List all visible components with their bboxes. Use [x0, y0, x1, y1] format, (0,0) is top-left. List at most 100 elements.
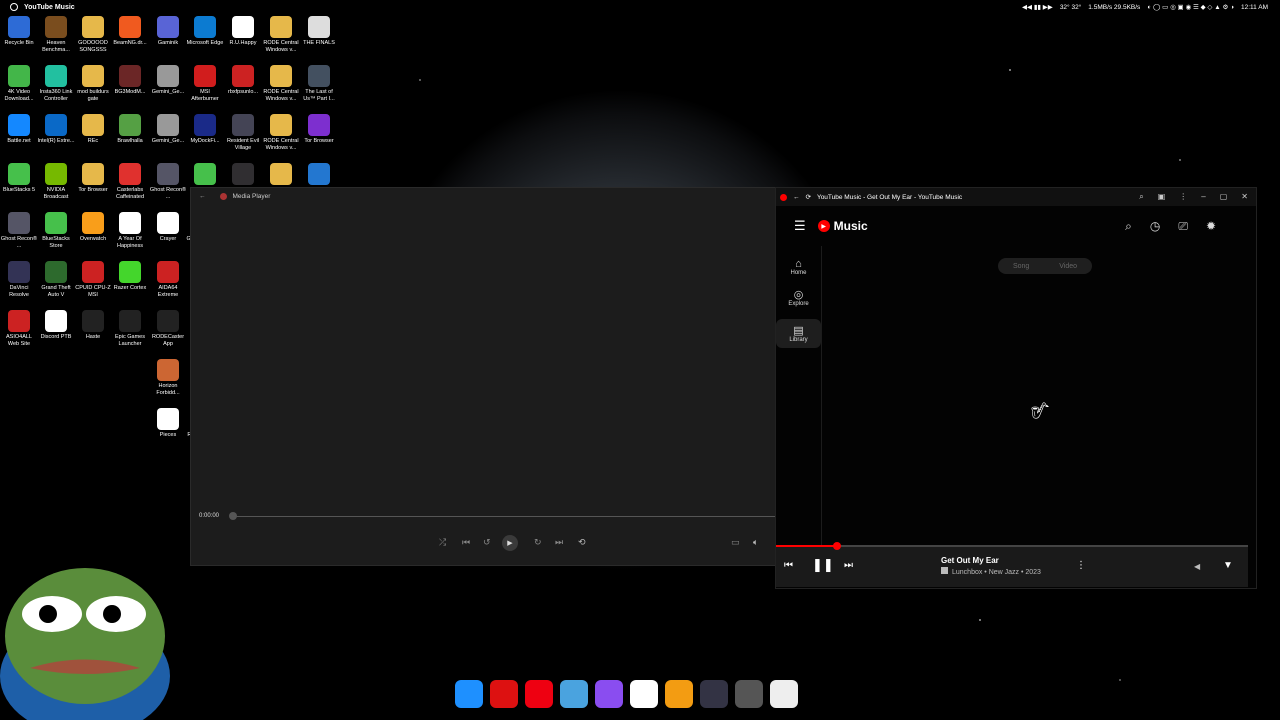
- desktop-icon[interactable]: NVIDIA Broadcast: [37, 163, 75, 201]
- nav-library[interactable]: ▤ Library: [776, 319, 821, 348]
- yt-back-icon[interactable]: ←: [793, 194, 800, 201]
- extension-icon[interactable]: ▣: [1158, 192, 1166, 202]
- desktop-icon[interactable]: Haste: [74, 310, 112, 341]
- rode-icon[interactable]: [630, 680, 658, 708]
- zoom-icon[interactable]: ⌕: [1139, 192, 1143, 202]
- search-icon[interactable]: ⌕: [1125, 219, 1132, 234]
- desktop-icon[interactable]: R.U.Happy: [224, 16, 262, 47]
- media-player-icon[interactable]: [735, 680, 763, 708]
- desktop-icon[interactable]: rbxfpsunlo...: [224, 65, 262, 96]
- song-menu-icon[interactable]: ⋮: [1076, 560, 1086, 571]
- desktop-icon[interactable]: Recycle Bin: [0, 16, 38, 47]
- desktop-icon[interactable]: [455, 680, 483, 708]
- yt-reload-icon[interactable]: ⟳: [806, 193, 811, 201]
- desktop-icon[interactable]: REc: [74, 114, 112, 145]
- desktop-icon[interactable]: BeamNG.dr...: [111, 16, 149, 47]
- media-seek-track[interactable]: [233, 516, 778, 517]
- nav-explore[interactable]: ◎ Explore: [776, 288, 821, 307]
- desktop-icon[interactable]: Intel(R) Extre...: [37, 114, 75, 145]
- desktop-icon[interactable]: Gemini_Ge...: [149, 65, 187, 96]
- desktop-icon[interactable]: Razer Cortex: [111, 261, 149, 292]
- desktop-icon[interactable]: ASIO4ALL Web Site: [0, 310, 38, 348]
- desktop-icon[interactable]: Grand Theft Auto V: [37, 261, 75, 299]
- desktop-icon[interactable]: Overwatch: [74, 212, 112, 243]
- miniplayer-icon[interactable]: ▭: [731, 537, 740, 548]
- progress-bar[interactable]: [776, 542, 1248, 550]
- desktop-icon[interactable]: CPUID CPU-Z MSI: [74, 261, 112, 299]
- desktop-icon[interactable]: Gemini_Ge...: [149, 114, 187, 145]
- desktop-icon[interactable]: RODE Central Windows v...: [262, 114, 300, 152]
- desktop-icon[interactable]: AIDA64 Extreme: [149, 261, 187, 299]
- desktop-icon[interactable]: Brawlhalla: [111, 114, 149, 145]
- tray-icons[interactable]: ◐ ◯ ▭ ◎ ▣ ◉ ☰ ◆ ◇ ▲ ⚙ ◑: [1147, 3, 1234, 11]
- desktop-icon[interactable]: Crayer: [149, 212, 187, 243]
- desktop-icon[interactable]: Battle.net: [0, 114, 38, 145]
- desktop-icon[interactable]: Discord PTB: [37, 310, 75, 341]
- desktop-icon[interactable]: Resident Evil Village: [224, 114, 262, 152]
- cast-icon[interactable]: ⎚: [1178, 219, 1188, 234]
- desktop-icon[interactable]: The Last of Us™ Part I...: [300, 65, 338, 103]
- desktop-icon[interactable]: Ghost Recon® ...: [149, 163, 187, 201]
- desktop-icon[interactable]: Ghost Recon® ...: [0, 212, 38, 250]
- opera-icon[interactable]: [490, 680, 518, 708]
- maximize-button[interactable]: ▢: [1220, 192, 1228, 202]
- nav-home[interactable]: ⌂ Home: [776, 258, 821, 276]
- desktop-icon[interactable]: mod buildurs gate: [74, 65, 112, 103]
- desktop-icon[interactable]: Gaminik: [149, 16, 187, 47]
- back-arrow-icon[interactable]: ←: [199, 193, 206, 200]
- desktop-icon[interactable]: MSI Afterburner: [186, 65, 224, 103]
- desktop-icon[interactable]: Epic Games Launcher: [111, 310, 149, 348]
- clock[interactable]: 12:11 AM: [1241, 4, 1268, 11]
- desktop-icon[interactable]: Tor Browser: [300, 114, 338, 145]
- hamburger-menu-icon[interactable]: ☰: [794, 218, 806, 234]
- desktop-icon[interactable]: Horizon Forbidd...: [149, 359, 187, 397]
- yt-logo[interactable]: ▶ Music: [817, 219, 868, 233]
- expand-left-icon[interactable]: ◀: [1194, 562, 1200, 571]
- media-controls-icon[interactable]: ◀◀ ▮▮ ▶▶: [1022, 3, 1053, 11]
- crystal-icon[interactable]: [595, 680, 623, 708]
- desktop-icon[interactable]: Heaven Benchma...: [37, 16, 75, 54]
- close-button[interactable]: ✕: [1241, 192, 1248, 202]
- desktop-icon[interactable]: DaVinci Resolve: [0, 261, 38, 299]
- desktop-icon[interactable]: A Year Of Happiness: [111, 212, 149, 250]
- desktop-icon[interactable]: RODECaster App: [149, 310, 187, 348]
- shuffle-icon[interactable]: ⤮: [439, 537, 446, 548]
- now-playing-info[interactable]: Get Out My Ear Lunchbox • New Jazz • 202…: [941, 556, 1041, 576]
- previous-icon[interactable]: ⏮: [462, 537, 470, 548]
- desktop-icon[interactable]: Pieces: [149, 408, 187, 439]
- desktop-icon[interactable]: RODE Central Windows v...: [262, 16, 300, 54]
- desktop-icon[interactable]: 4K Video Download...: [0, 65, 38, 103]
- desktop-icon[interactable]: Microsoft Edge: [186, 16, 224, 47]
- desktop-icon[interactable]: MyDockFi...: [186, 114, 224, 145]
- desktop-icon[interactable]: BG3ModM...: [111, 65, 149, 96]
- play-button[interactable]: ▶: [502, 535, 518, 551]
- desktop-icon[interactable]: BlueStacks 5: [0, 163, 38, 194]
- recycle-bin-icon[interactable]: [770, 680, 798, 708]
- wave-icon[interactable]: [560, 680, 588, 708]
- obs-icon[interactable]: [700, 680, 728, 708]
- chevron-down-icon[interactable]: ▼: [1223, 560, 1233, 571]
- media-seek-knob[interactable]: [229, 512, 237, 520]
- next-track-icon[interactable]: ⏭: [844, 560, 853, 571]
- minimize-button[interactable]: –: [1201, 192, 1205, 202]
- pause-icon[interactable]: ❚❚: [812, 557, 834, 573]
- desktop-icon[interactable]: Casterlabs Caffeinated: [111, 163, 149, 201]
- avatar[interactable]: ✹: [1206, 219, 1216, 234]
- menu-dots-icon[interactable]: ⋮: [1179, 192, 1187, 202]
- rewind-icon[interactable]: ↺: [483, 537, 491, 548]
- tab-video[interactable]: Video: [1059, 263, 1077, 270]
- forward-icon[interactable]: ↻: [534, 537, 542, 548]
- youtube-music-icon[interactable]: [525, 680, 553, 708]
- tab-song[interactable]: Song: [1013, 263, 1029, 270]
- desktop-icon[interactable]: Insta360 Link Controller: [37, 65, 75, 103]
- desktop-icon[interactable]: Tor Browser: [74, 163, 112, 194]
- next-icon[interactable]: ⏭: [555, 537, 563, 548]
- desktop-icon[interactable]: GOOOOOD SONGSSS: [74, 16, 112, 54]
- history-icon[interactable]: ◷: [1150, 219, 1160, 234]
- repeat-icon[interactable]: ⟲: [578, 537, 586, 548]
- desktop-icon[interactable]: THE FINALS: [300, 16, 338, 47]
- fl-studio-icon[interactable]: [665, 680, 693, 708]
- previous-track-icon[interactable]: ⏮: [784, 560, 793, 571]
- volume-icon[interactable]: 🔈︎: [753, 537, 758, 548]
- desktop-icon[interactable]: RODE Central Windows v...: [262, 65, 300, 103]
